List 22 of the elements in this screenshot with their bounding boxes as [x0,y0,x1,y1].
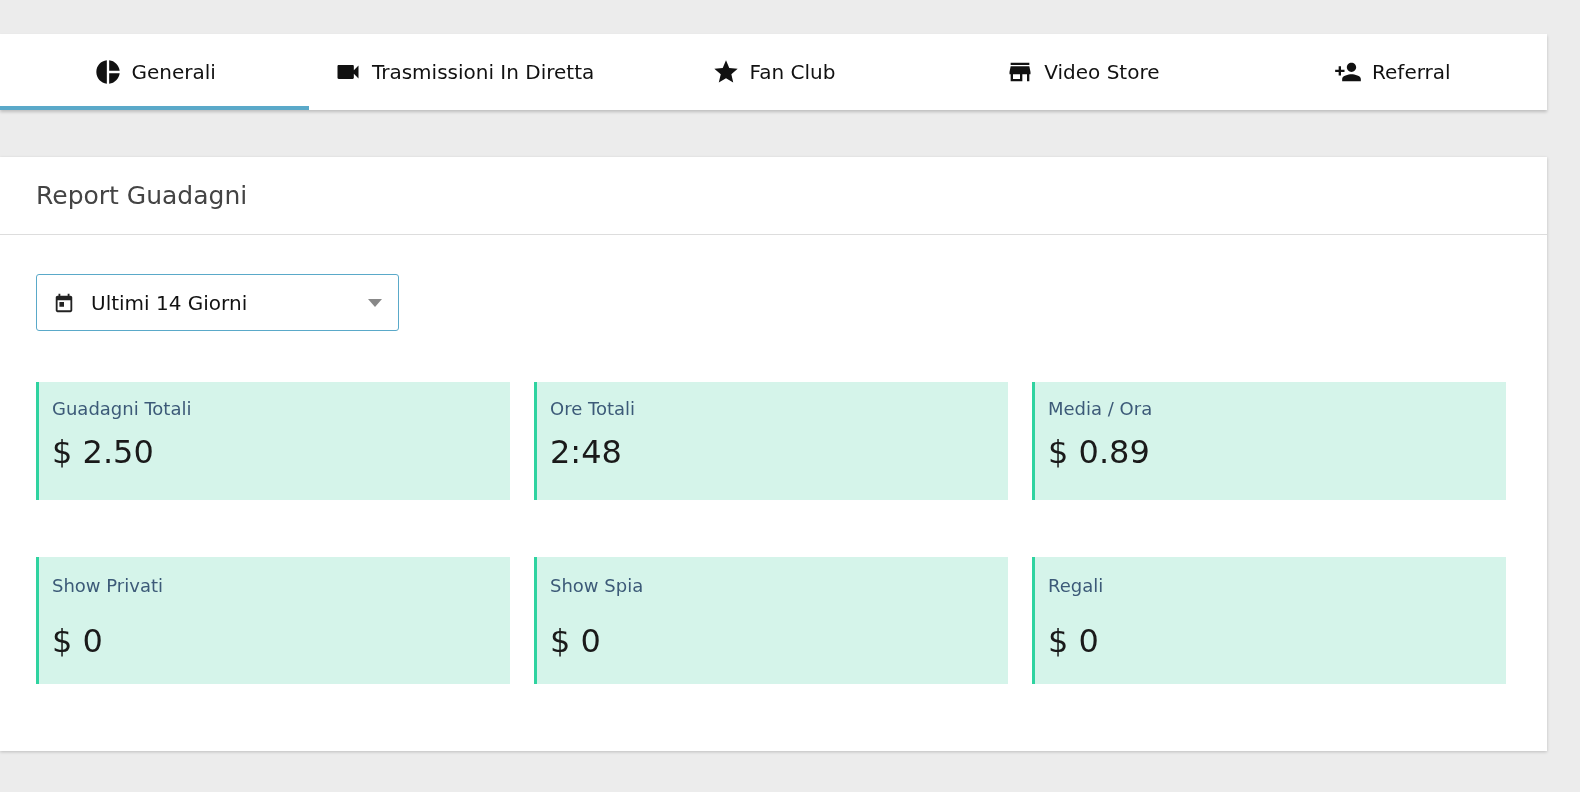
stat-label: Ore Totali [550,398,636,419]
tab[interactable]: Trasmissioni In Diretta [309,34,619,110]
period-dropdown[interactable]: Ultimi 14 Giorni [36,274,399,331]
tab[interactable]: Fan Club [618,34,929,110]
pie-icon [93,58,122,86]
stat-value: $ 0.89 [1048,433,1151,471]
stat-label: Show Spia [550,575,645,596]
stat-value: $ 2.50 [52,433,155,471]
tab[interactable]: Video Store [928,34,1238,110]
tab[interactable]: Referral [1237,34,1548,110]
stat-label: Guadagni Totali [52,398,193,419]
stat-value: $ 0 [1048,622,1100,660]
stat-label: Media / Ora [1048,398,1154,419]
tab[interactable]: Generali [0,34,310,110]
stat-value: $ 0 [550,622,602,660]
caret-icon [368,298,382,307]
calendar-icon [53,291,75,314]
stat-label: Show Privati [52,575,164,596]
stat-value: $ 0 [52,622,104,660]
card-title: Report Guadagni [36,181,248,210]
stat-value: 2:48 [550,433,623,471]
stat-label: Regali [1048,575,1105,596]
